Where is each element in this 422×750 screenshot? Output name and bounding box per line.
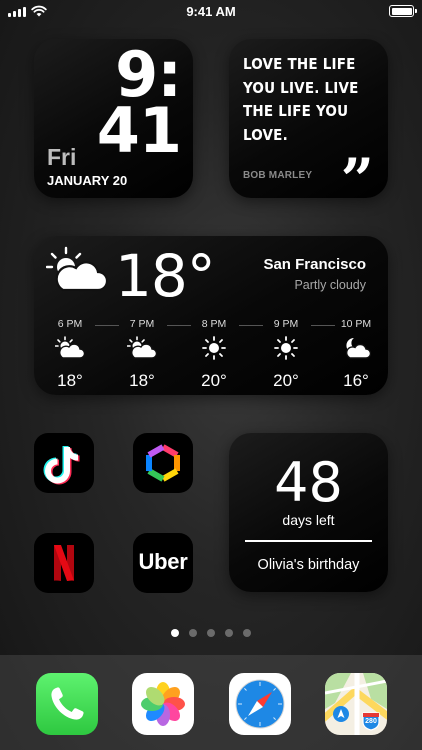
hourly-forecast-item: 6 PM 18° <box>48 318 92 391</box>
battery-icon <box>389 5 417 17</box>
hourly-separator <box>311 325 335 326</box>
safari-app-icon[interactable] <box>229 673 291 735</box>
partly-cloudy-icon <box>54 336 86 359</box>
clock-widget[interactable]: 9: 41 Fri JANUARY 20 <box>34 39 193 198</box>
moon-cloudy-icon <box>346 337 372 359</box>
hourly-time: 9 PM <box>273 318 299 330</box>
phone-icon <box>51 687 84 720</box>
quote-widget[interactable]: LOVE THE LIFE YOU LIVE. LIVE THE LIFE YO… <box>229 39 388 209</box>
hourly-separator <box>95 325 119 326</box>
status-bar: 9:41 AM <box>0 0 422 24</box>
clock-day: Fri <box>47 144 77 170</box>
hourly-forecast-item: 8 PM 20° <box>192 318 236 391</box>
weather-condition: Partly cloudy <box>294 278 366 292</box>
page-dot[interactable] <box>207 629 215 637</box>
page-dot[interactable] <box>225 629 233 637</box>
clock-date: JANUARY 20 <box>47 173 128 188</box>
partly-cloudy-icon <box>126 336 158 359</box>
page-dot[interactable] <box>189 629 197 637</box>
clock-time: 9: 41 <box>96 44 182 167</box>
weather-city: San Francisco <box>263 256 366 273</box>
photo-editor-app-icon[interactable] <box>133 433 193 493</box>
maps-icon <box>325 673 387 735</box>
page-dot[interactable] <box>243 629 251 637</box>
status-time: 9:41 AM <box>186 4 236 19</box>
photos-app-icon[interactable] <box>132 673 194 735</box>
partly-cloudy-icon <box>46 246 108 292</box>
interstate-shield-label: 280 <box>365 718 377 725</box>
tiktok-icon <box>43 446 80 485</box>
safari-icon <box>235 679 285 729</box>
hourly-time: 10 PM <box>340 318 372 330</box>
uber-app-icon[interactable]: Uber <box>133 533 193 593</box>
hourly-forecast-item: 10 PM 16° <box>334 318 378 391</box>
hourly-temp: 20° <box>201 371 227 390</box>
hourly-temp: 18° <box>57 371 83 390</box>
sun-icon <box>274 336 298 360</box>
uber-label: Uber <box>138 549 188 574</box>
hourly-separator <box>167 325 191 326</box>
quote-author: BOB MARLEY <box>243 170 313 181</box>
page-indicator[interactable] <box>0 629 422 637</box>
hourly-temp: 16° <box>343 371 369 390</box>
countdown-label: days left <box>282 512 335 528</box>
hourly-separator <box>239 325 263 326</box>
netflix-icon <box>54 545 74 581</box>
quote-mark-icon: ” <box>340 146 374 214</box>
hourly-time: 8 PM <box>201 318 227 330</box>
current-temperature: 18° <box>115 242 216 310</box>
hexagon-lens-icon <box>146 444 180 482</box>
hourly-temp: 20° <box>273 371 299 390</box>
photos-icon <box>141 682 185 726</box>
sun-icon <box>202 336 226 360</box>
hourly-time: 7 PM <box>129 318 155 330</box>
maps-app-icon[interactable]: 280 <box>325 673 387 735</box>
page-dot[interactable] <box>171 629 179 637</box>
countdown-number: 48 <box>274 451 343 514</box>
weather-widget[interactable]: 18° San Francisco Partly cloudy 6 PM 18°… <box>34 236 388 395</box>
hourly-forecast-item: 7 PM 18° <box>120 318 164 391</box>
netflix-app-icon[interactable] <box>34 533 94 593</box>
countdown-divider <box>245 540 372 542</box>
hourly-time: 6 PM <box>57 318 83 330</box>
countdown-event: Olivia's birthday <box>257 557 360 573</box>
hourly-temp: 18° <box>129 371 155 390</box>
hourly-forecast-item: 9 PM 20° <box>264 318 308 391</box>
phone-app-icon[interactable] <box>36 673 98 735</box>
quote-text: LOVE THE LIFE YOU LIVE. LIVE THE LIFE YO… <box>243 55 359 144</box>
dock: 280 <box>0 655 422 750</box>
countdown-widget[interactable]: 48 days left Olivia's birthday <box>229 433 388 592</box>
clock-minutes: 41 <box>96 94 182 167</box>
tiktok-app-icon[interactable] <box>34 433 94 493</box>
